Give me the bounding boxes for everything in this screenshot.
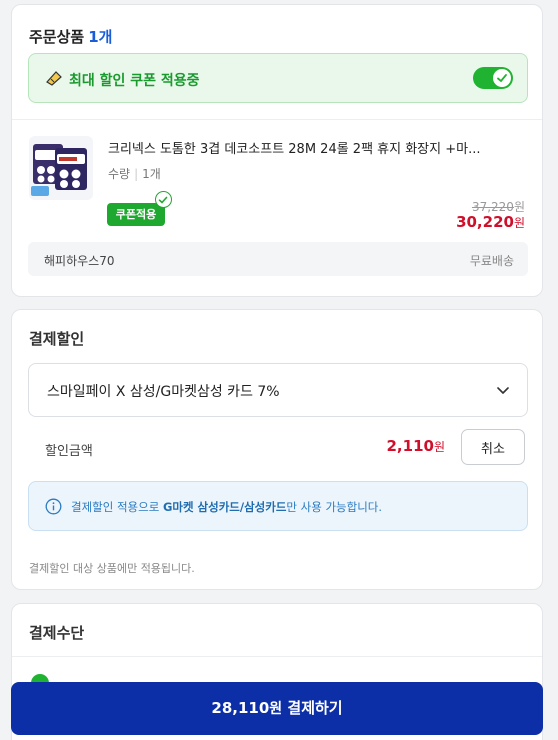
check-icon <box>497 74 507 83</box>
pay-amount: 28,110 <box>211 699 270 717</box>
info-prefix: 결제할인 적용으로 <box>71 500 163 514</box>
discount-amount: 2,110원 <box>387 437 446 455</box>
payment-discount-card: 결제할인 스마일페이 X 삼성/G마켓삼성 카드 7% 할인금액 2,110원 … <box>11 309 543 590</box>
order-title: 주문상품 1개 <box>29 26 112 47</box>
sale-price: 30,220원 <box>456 213 525 231</box>
selected-card-discount: 스마일페이 X 삼성/G마켓삼성 카드 7% <box>47 384 280 400</box>
chevron-down-icon <box>497 387 509 394</box>
tissue-pack-image <box>31 144 87 196</box>
product-name[interactable]: 크리넥스 도톰한 3겹 데코소프트 28M 24롤 2팩 휴지 화장지 +마..… <box>108 138 528 157</box>
sale-price-value: 30,220 <box>456 213 514 231</box>
payment-method-title: 결제수단 <box>29 624 85 642</box>
sale-price-unit: 원 <box>513 216 525 230</box>
pay-amount-unit: 원 <box>269 701 283 717</box>
info-suffix: 만 사용 가능합니다. <box>286 500 383 514</box>
seller-name: 해피하우스70 <box>44 254 115 268</box>
product-quantity: 수량 | 1개 <box>108 165 161 182</box>
original-price-value: 37,220 <box>471 200 514 214</box>
discount-info-box: 결제할인 적용으로 G마켓 삼성카드/삼성카드만 사용 가능합니다. <box>28 481 528 531</box>
divider <box>12 656 542 657</box>
shipping-row: 해피하우스70 무료배송 <box>28 242 528 276</box>
original-price-unit: 원 <box>513 200 525 214</box>
discount-section-title: 결제할인 <box>29 330 85 348</box>
quantity-value: 1개 <box>142 167 161 181</box>
quantity-separator: | <box>134 167 139 181</box>
card-discount-select[interactable]: 스마일페이 X 삼성/G마켓삼성 카드 7% <box>28 363 528 417</box>
pay-label: 결제하기 <box>287 699 343 717</box>
order-items-card: 주문상품 1개 최대 할인 쿠폰 적용중 크리넥스 도톰한 3겹 데코소프트 2… <box>11 4 543 297</box>
discount-amount-label: 할인금액 <box>45 444 93 459</box>
coupon-toggle[interactable] <box>473 67 513 89</box>
discount-amount-unit: 원 <box>433 440 445 454</box>
product-image[interactable] <box>29 136 93 200</box>
shipping-info: 무료배송 <box>469 254 514 268</box>
info-icon <box>45 498 62 515</box>
coupon-banner: 최대 할인 쿠폰 적용중 <box>28 53 528 103</box>
toggle-knob <box>493 69 511 87</box>
discount-info-message: 결제할인 적용으로 G마켓 삼성카드/삼성카드만 사용 가능합니다. <box>71 499 382 515</box>
discount-amount-value: 2,110 <box>386 437 434 455</box>
coupon-ticket-icon <box>46 71 62 86</box>
divider <box>12 119 542 120</box>
badge-check-icon <box>155 191 172 208</box>
cancel-discount-button[interactable]: 취소 <box>461 429 525 465</box>
discount-note: 결제할인 대상 상품에만 적용됩니다. <box>29 562 195 575</box>
info-bold: G마켓 삼성카드/삼성카드 <box>162 500 287 514</box>
order-title-label: 주문상품 <box>29 28 85 46</box>
pay-button[interactable]: 28,110원 결제하기 <box>11 682 543 735</box>
coupon-banner-text: 최대 할인 쿠폰 적용중 <box>69 73 200 89</box>
quantity-label: 수량 <box>108 167 131 181</box>
order-count: 1개 <box>88 28 113 46</box>
